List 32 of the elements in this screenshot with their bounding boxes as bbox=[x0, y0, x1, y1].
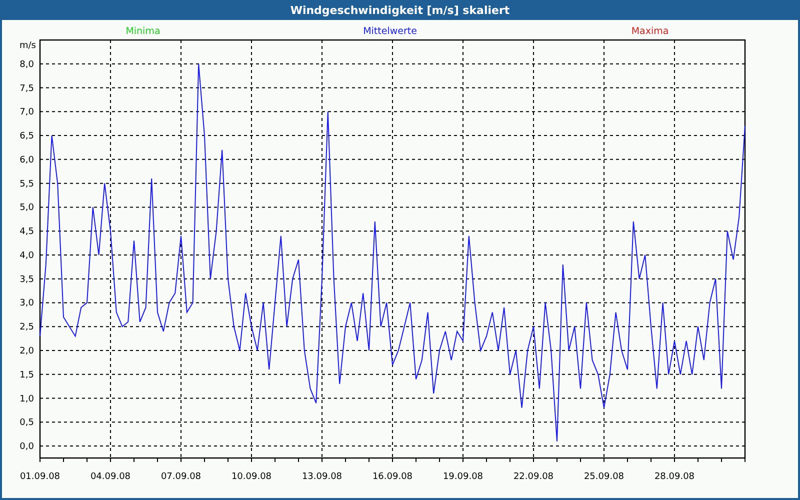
x-tick-label: 28.09.08 bbox=[654, 472, 695, 482]
x-tick-label: 13.09.08 bbox=[302, 472, 342, 482]
legend-label: Minima bbox=[126, 26, 160, 37]
y-tick-label: 4,0 bbox=[20, 250, 34, 261]
x-tick-label: 04.09.08 bbox=[90, 472, 131, 482]
x-tick-label: 01.09.08 bbox=[20, 472, 60, 482]
y-tick-label: 6,5 bbox=[20, 132, 34, 142]
x-tick-label: 22.09.08 bbox=[513, 472, 554, 482]
legend-label: Mittelwerte bbox=[363, 26, 417, 37]
y-tick-label: 0,5 bbox=[20, 418, 34, 428]
y-tick-label: 1,0 bbox=[20, 394, 34, 404]
y-tick-label: 5,0 bbox=[20, 203, 34, 214]
x-tick-label: 19.09.08 bbox=[442, 472, 484, 482]
y-tick-label: 8,0 bbox=[20, 60, 34, 70]
window-title: Windgeschwindigkeit [m/s] skaliert bbox=[290, 4, 510, 16]
y-tick-label: 5,5 bbox=[20, 179, 34, 190]
y-tick-label: 3,5 bbox=[20, 274, 34, 285]
y-tick-label: 2,0 bbox=[20, 346, 34, 357]
x-tick-label: 25.09.08 bbox=[584, 472, 624, 482]
y-tick-label: 2,5 bbox=[20, 322, 34, 333]
y-tick-label: 7,0 bbox=[20, 108, 34, 118]
y-tick-label: 4,5 bbox=[20, 227, 34, 238]
y-tick-label: 3,0 bbox=[20, 298, 34, 309]
y-tick-label: 0,0 bbox=[20, 442, 34, 452]
y-axis-unit: m/s bbox=[20, 41, 36, 51]
legend-label: Maxima bbox=[631, 26, 669, 37]
y-tick-label: 6,0 bbox=[20, 155, 34, 166]
y-tick-label: 1,5 bbox=[20, 370, 34, 380]
x-tick-label: 16.09.08 bbox=[372, 472, 413, 482]
y-tick-label: 7,5 bbox=[20, 84, 34, 94]
x-tick-label: 10.09.08 bbox=[231, 472, 272, 482]
x-tick-label: 07.09.08 bbox=[160, 472, 202, 482]
